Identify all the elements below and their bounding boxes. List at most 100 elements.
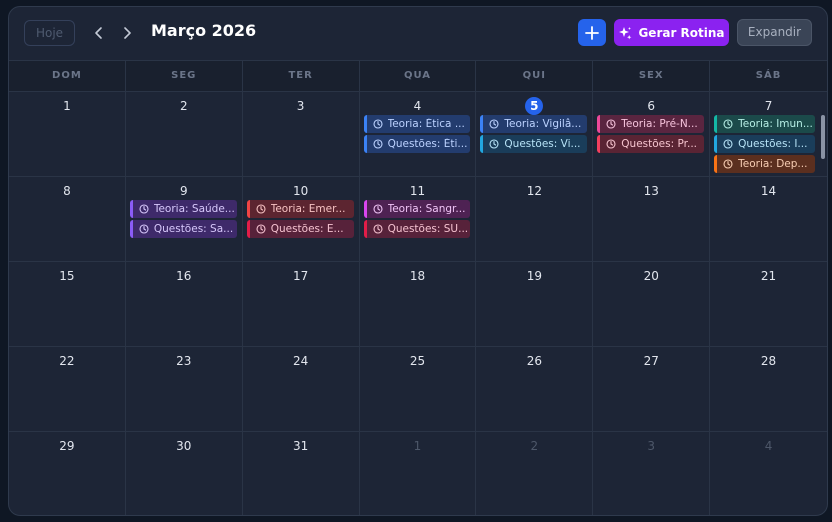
weekday-header-row: DOM SEG TER QUA QUI SEX SÁB	[9, 60, 827, 92]
day-cell[interactable]: 22	[9, 347, 126, 432]
calendar-event[interactable]: Teoria: Saúde...	[129, 200, 237, 218]
day-number: 23	[176, 354, 192, 368]
day-cell[interactable]: 29	[9, 432, 126, 515]
chevron-left-icon	[95, 27, 102, 39]
day-cell[interactable]: 17	[242, 262, 360, 347]
next-month-button[interactable]	[117, 22, 137, 44]
day-cell[interactable]: 4	[710, 432, 827, 515]
clock-icon	[489, 139, 499, 149]
cell-scrollbar[interactable]	[820, 115, 825, 159]
calendar-event[interactable]: Teoria: Imun...	[714, 115, 815, 133]
day-number: 14	[760, 184, 777, 198]
calendar-event[interactable]: Questões: Éti...	[363, 135, 471, 153]
today-day-number: 5	[525, 97, 544, 115]
clock-icon	[373, 204, 383, 214]
event-title: Teoria: Imun...	[738, 118, 813, 130]
day-cell[interactable]: 11 Teoria: Sangr... Questões: SU...	[359, 177, 477, 262]
event-title: Teoria: Saúde...	[153, 203, 235, 215]
day-number: 30	[176, 439, 192, 453]
day-cell[interactable]: 30	[126, 432, 243, 515]
event-title: Teoria: Sangr...	[387, 203, 466, 215]
previous-month-button[interactable]	[89, 22, 109, 44]
day-cell[interactable]: 3	[242, 92, 360, 177]
day-cell[interactable]: 16	[125, 262, 243, 347]
weekday-label: QUI	[476, 61, 594, 91]
clock-icon	[256, 204, 266, 214]
day-cell[interactable]: 12	[476, 177, 594, 262]
day-cell[interactable]: 5 Teoria: Vigilâ... Questões: Vi...	[476, 92, 594, 177]
day-cell[interactable]: 18	[359, 262, 477, 347]
event-title: Questões: Vi...	[504, 138, 581, 150]
day-cell[interactable]: 23	[125, 347, 243, 432]
day-number: 20	[643, 269, 659, 283]
day-cell[interactable]: 7 Teoria: Imun... Questões: I... Teoria: De…	[710, 92, 827, 177]
sparkles-icon	[619, 26, 632, 39]
day-number: 8	[63, 184, 71, 198]
day-cell[interactable]: 4 Teoria: Ética ... Questões: Éti...	[359, 92, 477, 177]
day-cell[interactable]: 9 Teoria: Saúde... Questões: Sa...	[125, 177, 243, 262]
calendar-event[interactable]: Questões: Vi...	[480, 135, 588, 153]
clock-icon	[373, 224, 383, 234]
calendar-event[interactable]: Questões: Sa...	[129, 220, 237, 238]
day-cell[interactable]: 21	[710, 262, 827, 347]
day-cell[interactable]: 2	[125, 92, 243, 177]
calendar-card: Hoje Março 2026 Gerar Rotina Expandir DO…	[8, 6, 828, 516]
day-number: 9	[179, 184, 188, 198]
weekday-label: DOM	[9, 61, 126, 91]
event-title: Teoria: Emer...	[270, 203, 346, 215]
day-cell[interactable]: 10 Teoria: Emer... Questões: E...	[242, 177, 360, 262]
event-title: Questões: Éti...	[387, 138, 468, 150]
day-cell[interactable]: 27	[593, 347, 711, 432]
day-cell[interactable]: 14	[710, 177, 827, 262]
day-number: 19	[526, 269, 542, 283]
day-cell[interactable]: 1	[9, 92, 126, 177]
day-cell[interactable]: 24	[242, 347, 360, 432]
day-cell[interactable]: 20	[593, 262, 711, 347]
day-number: 15	[59, 269, 75, 283]
day-cell[interactable]: 26	[476, 347, 594, 432]
clock-icon	[723, 139, 733, 149]
day-number: 17	[292, 269, 309, 283]
calendar-event[interactable]: Questões: SU...	[363, 220, 471, 238]
day-cell[interactable]: 2	[476, 432, 594, 515]
day-cell[interactable]: 1	[360, 432, 477, 515]
calendar-event[interactable]: Teoria: Sangr...	[363, 200, 471, 218]
clock-icon	[606, 119, 616, 129]
event-title: Teoria: Pré-N...	[621, 118, 698, 130]
event-list: Teoria: Emer... Questões: E...	[246, 200, 354, 238]
day-cell[interactable]: 6 Teoria: Pré-N... Questões: Pr...	[593, 92, 711, 177]
day-cell[interactable]: 3	[593, 432, 711, 515]
day-number: 6	[647, 99, 656, 113]
expand-button[interactable]: Expandir	[737, 19, 812, 46]
calendar-event[interactable]: Questões: I...	[714, 135, 815, 153]
clock-icon	[373, 139, 383, 149]
event-title: Teoria: Ética ...	[387, 118, 465, 130]
calendar-event[interactable]: Questões: Pr...	[597, 135, 705, 153]
generate-routine-button[interactable]: Gerar Rotina	[614, 19, 729, 46]
day-cell[interactable]: 8	[9, 177, 126, 262]
clock-icon	[606, 139, 616, 149]
calendar-event[interactable]: Teoria: Vigilâ...	[480, 115, 588, 133]
day-number: 12	[526, 184, 542, 198]
day-cell[interactable]: 15	[9, 262, 126, 347]
clock-icon	[139, 204, 149, 214]
day-cell[interactable]: 28	[710, 347, 827, 432]
calendar-event[interactable]: Teoria: Ética ...	[363, 115, 471, 133]
calendar-event[interactable]: Teoria: Emer...	[246, 200, 354, 218]
event-title: Questões: Pr...	[621, 138, 697, 150]
weekday-label: SEG	[126, 61, 243, 91]
calendar-event[interactable]: Teoria: Dep...	[714, 155, 815, 173]
day-cell[interactable]: 31	[243, 432, 360, 515]
calendar-event[interactable]: Teoria: Pré-N...	[597, 115, 705, 133]
day-cell[interactable]: 19	[476, 262, 594, 347]
clock-icon	[139, 224, 149, 234]
calendar-event[interactable]: Questões: E...	[246, 220, 354, 238]
event-list: Teoria: Sangr... Questões: SU...	[363, 200, 471, 238]
day-number: 21	[760, 269, 777, 283]
day-number: 4	[413, 99, 422, 113]
event-title: Teoria: Vigilâ...	[504, 118, 582, 130]
day-cell[interactable]: 25	[359, 347, 477, 432]
day-cell[interactable]: 13	[593, 177, 711, 262]
add-event-button[interactable]	[578, 19, 606, 46]
today-button[interactable]: Hoje	[24, 20, 75, 46]
